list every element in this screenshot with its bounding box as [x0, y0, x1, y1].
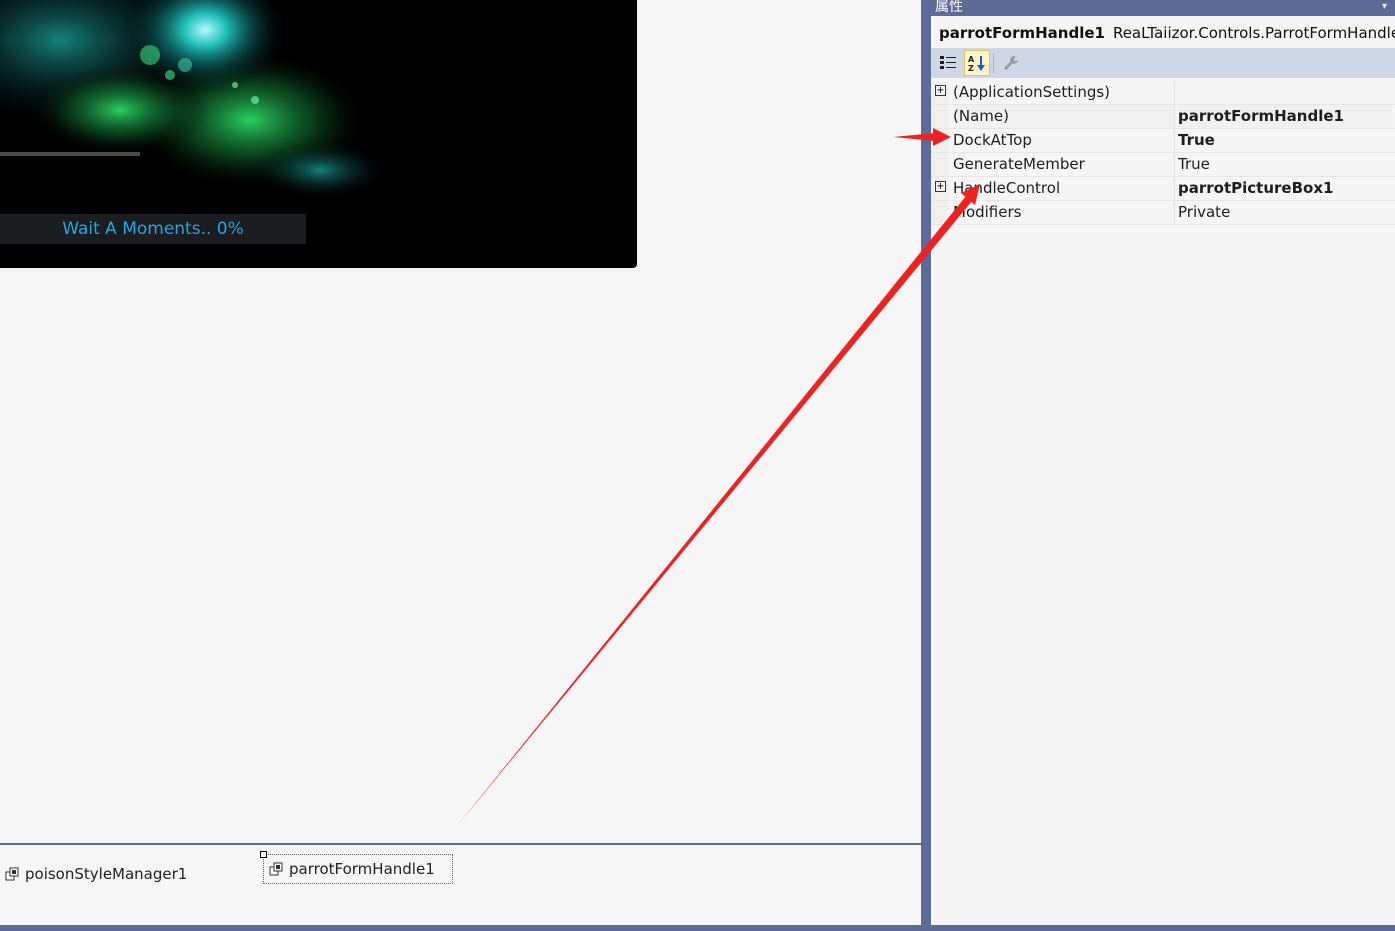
form-designer-surface[interactable]: Wait A Moments.. 0% poisonStyleManager1 …: [0, 0, 921, 931]
property-name: GenerateMember: [953, 155, 1085, 173]
progress-bar-fill: [0, 152, 140, 156]
chevron-down-icon[interactable]: ▾: [1382, 0, 1387, 14]
object-name: parrotFormHandle1: [939, 24, 1105, 42]
panel-splitter[interactable]: [921, 0, 931, 931]
property-row-modifiers[interactable]: Modifiers Private: [931, 201, 1395, 225]
component-icon: [5, 867, 19, 881]
tray-item-label: poisonStyleManager1: [25, 865, 188, 883]
toolbar-separator: [993, 53, 994, 73]
progress-bar: [0, 152, 140, 156]
svg-text:Z: Z: [968, 64, 974, 72]
properties-panel: 属性 ▾ parrotFormHandle1 ReaLTaiizor.Contro…: [931, 0, 1395, 925]
property-value[interactable]: [1178, 81, 1392, 104]
window-bottom-border: [0, 925, 1395, 931]
tray-item-label: parrotFormHandle1: [289, 860, 435, 878]
object-selector[interactable]: parrotFormHandle1 ReaLTaiizor.Controls.Pa…: [931, 20, 1395, 46]
component-tray: poisonStyleManager1 parrotFormHandle1: [0, 845, 921, 925]
property-row-name[interactable]: (Name) parrotFormHandle1: [931, 105, 1395, 129]
property-name: Modifiers: [953, 203, 1022, 221]
property-value[interactable]: parrotFormHandle1: [1178, 105, 1392, 128]
property-value[interactable]: True: [1178, 153, 1392, 176]
categorized-button[interactable]: [935, 50, 961, 76]
selection-handle[interactable]: [260, 851, 267, 858]
tray-item-poison-style-manager[interactable]: poisonStyleManager1: [0, 860, 193, 888]
property-row-dock-at-top[interactable]: DockAtTop True: [931, 129, 1395, 153]
expand-icon[interactable]: +: [935, 85, 946, 96]
categorized-icon: [940, 56, 956, 69]
object-type: ReaLTaiizor.Controls.ParrotFormHandle: [1112, 24, 1395, 42]
property-row-application-settings[interactable]: + (ApplicationSettings): [931, 81, 1395, 105]
splash-form-preview[interactable]: Wait A Moments.. 0%: [0, 0, 637, 268]
alphabetical-button[interactable]: A Z: [964, 50, 990, 76]
property-name: (ApplicationSettings): [953, 83, 1111, 101]
property-row-generate-member[interactable]: GenerateMember True: [931, 153, 1395, 177]
property-name: DockAtTop: [953, 131, 1032, 149]
tray-item-parrot-form-handle[interactable]: parrotFormHandle1: [263, 854, 453, 884]
property-grid: + (ApplicationSettings) (Name) parrotFor…: [931, 81, 1395, 225]
properties-title-bar: 属性 ▾: [931, 0, 1395, 16]
wrench-icon: [1004, 56, 1018, 70]
panel-title: 属性: [935, 0, 963, 15]
property-name: HandleControl: [953, 179, 1061, 197]
property-value[interactable]: Private: [1178, 201, 1392, 224]
property-value[interactable]: parrotPictureBox1: [1178, 177, 1392, 200]
component-icon: [269, 862, 283, 876]
property-name: (Name): [953, 105, 1175, 128]
property-pages-button[interactable]: [998, 50, 1024, 76]
property-row-handle-control[interactable]: + HandleControl parrotPictureBox1: [931, 177, 1395, 201]
properties-toolbar: A Z: [931, 48, 1395, 78]
property-value[interactable]: True: [1178, 129, 1392, 152]
svg-text:A: A: [968, 55, 975, 64]
status-label: Wait A Moments.. 0%: [0, 214, 306, 244]
sort-az-icon: A Z: [968, 55, 985, 72]
expand-icon[interactable]: +: [935, 181, 946, 192]
